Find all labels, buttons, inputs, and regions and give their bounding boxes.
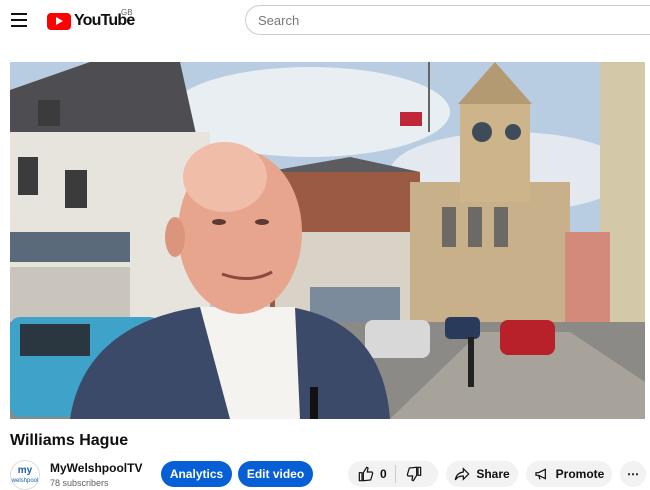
- avatar-subtext: welshpool: [11, 478, 39, 484]
- channel-avatar[interactable]: my welshpool: [10, 460, 40, 490]
- subscriber-count: 78 subscribers: [50, 478, 109, 488]
- avatar-text: my: [17, 465, 33, 476]
- like-icon[interactable]: [358, 466, 374, 482]
- edit-video-button[interactable]: Edit video: [238, 461, 313, 487]
- dislike-icon[interactable]: [406, 466, 422, 482]
- menu-icon[interactable]: [11, 13, 27, 27]
- promote-icon: [535, 468, 546, 480]
- share-label: Share: [476, 467, 510, 481]
- youtube-logo-icon: [47, 12, 71, 30]
- share-icon: [455, 467, 470, 481]
- like-count: 0: [380, 467, 387, 481]
- promote-button[interactable]: Promote: [526, 461, 612, 487]
- promote-label: Promote: [555, 467, 605, 481]
- video-player[interactable]: [10, 62, 645, 419]
- divider: [394, 465, 396, 483]
- search-input[interactable]: Search: [245, 5, 650, 35]
- top-bar: YouTube GB Search: [0, 0, 650, 44]
- share-button[interactable]: Share: [446, 461, 518, 487]
- video-title: Williams Hague: [10, 432, 129, 449]
- region-label: GB: [121, 8, 133, 17]
- video-frame: [10, 62, 645, 419]
- like-dislike-group: 0: [348, 461, 438, 487]
- more-icon[interactable]: ⋯: [620, 461, 646, 487]
- channel-name[interactable]: MyWelshpoolTV: [50, 461, 142, 475]
- analytics-button[interactable]: Analytics: [161, 461, 232, 487]
